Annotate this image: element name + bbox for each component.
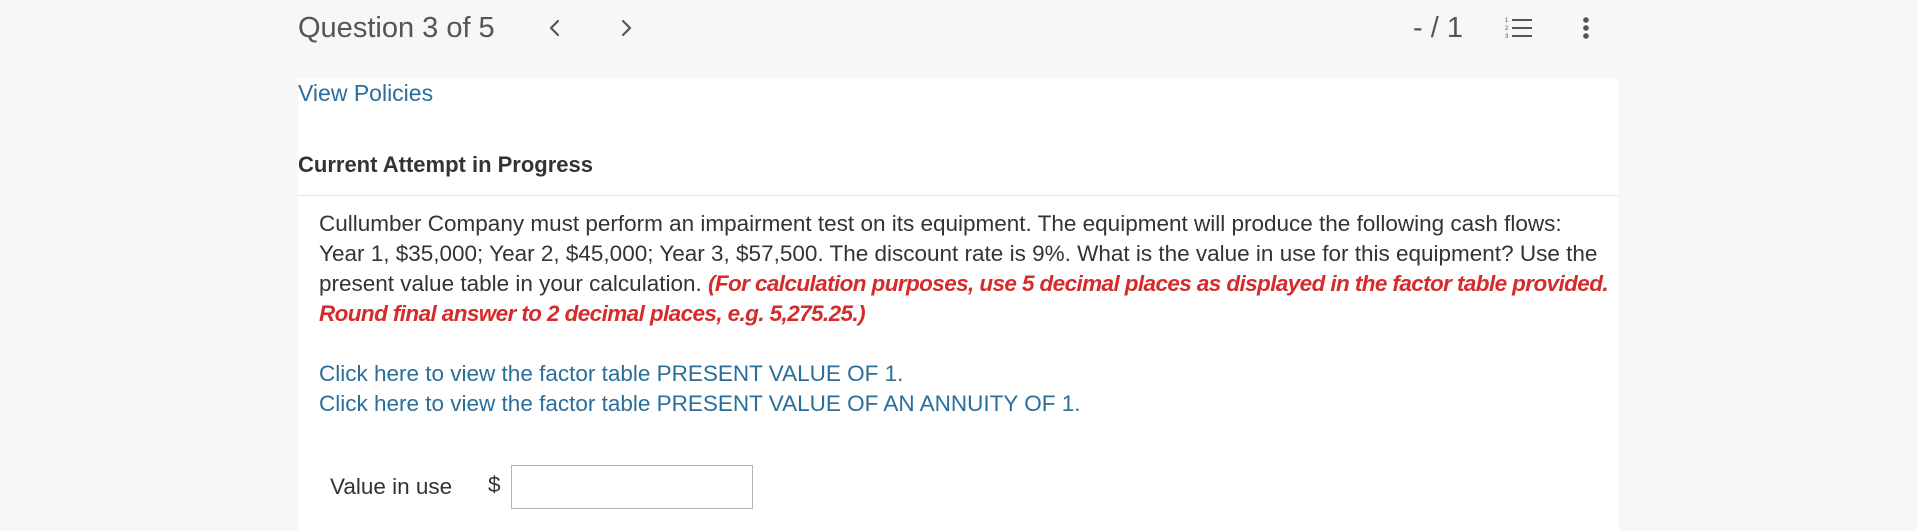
attempt-heading: Current Attempt in Progress [298, 152, 594, 177]
previous-question-button[interactable] [543, 14, 567, 42]
svg-text:1: 1 [1505, 18, 1509, 24]
more-vertical-icon [1583, 17, 1589, 39]
present-value-of-1-link[interactable]: Click here to view the factor table PRES… [319, 359, 1081, 389]
svg-text:3: 3 [1505, 34, 1509, 40]
next-question-button[interactable] [614, 14, 638, 42]
section-divider [298, 195, 1618, 196]
value-in-use-label: Value in use [330, 474, 453, 499]
more-options-button[interactable] [1580, 14, 1592, 42]
currency-symbol: $ [488, 472, 501, 497]
factor-table-links: Click here to view the factor table PRES… [319, 359, 1081, 419]
value-in-use-input[interactable] [511, 465, 753, 509]
chevron-left-icon [549, 19, 560, 37]
question-counter: Question 3 of 5 [298, 12, 495, 44]
question-text: Cullumber Company must perform an impair… [319, 209, 1609, 329]
question-list-button[interactable]: 1 2 3 [1504, 15, 1534, 41]
chevron-right-icon [621, 19, 632, 37]
score-display: - / 1 [1413, 12, 1463, 44]
svg-text:2: 2 [1505, 26, 1509, 32]
view-policies-link[interactable]: View Policies [298, 78, 433, 108]
top-bar: Question 3 of 5 - / 1 1 2 3 [0, 0, 1917, 78]
numbered-list-icon: 1 2 3 [1505, 18, 1532, 40]
present-value-annuity-link[interactable]: Click here to view the factor table PRES… [319, 389, 1081, 419]
